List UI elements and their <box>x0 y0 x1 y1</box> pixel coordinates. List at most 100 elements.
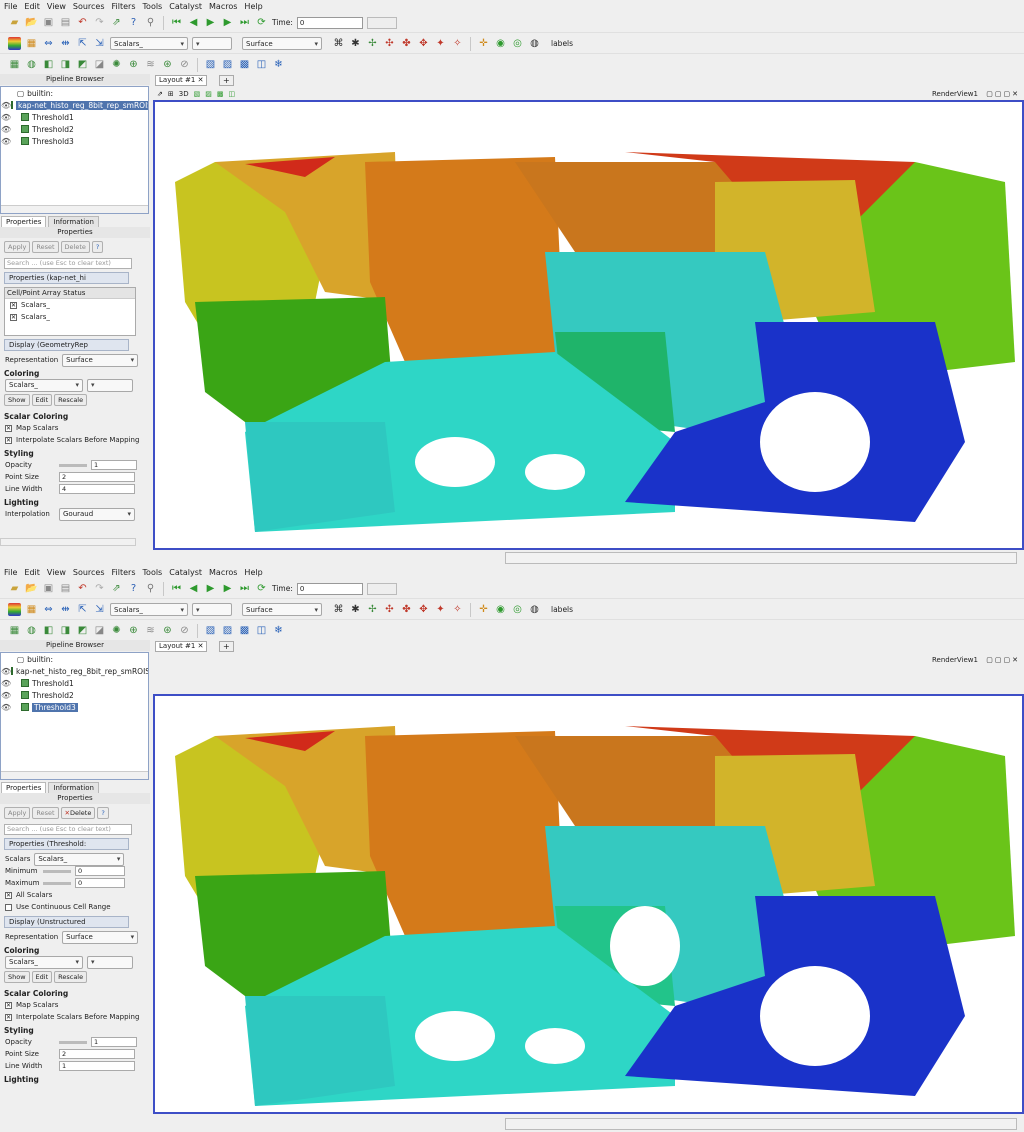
camera-yminus-icon[interactable]: ✤ <box>400 603 413 616</box>
view-tool-icon[interactable]: ⊞ <box>168 90 174 98</box>
pipeline-row-threshold1[interactable]: 👁 Threshold1 <box>1 111 148 123</box>
menu-edit[interactable]: Edit <box>24 2 40 11</box>
menu-sources[interactable]: Sources <box>73 568 105 577</box>
eye-icon[interactable]: 👁 <box>1 101 11 110</box>
tab-properties[interactable]: Properties <box>1 216 47 227</box>
rescale-icon[interactable]: ⇔ <box>42 603 55 616</box>
color-legend-icon[interactable] <box>8 603 21 616</box>
interpolate-checkbox[interactable]: ✕ <box>5 1013 12 1021</box>
menu-edit[interactable]: Edit <box>24 568 40 577</box>
reset-camera-icon[interactable]: ⌘ <box>332 37 345 50</box>
camera-zplus-icon[interactable]: ✥ <box>417 37 430 50</box>
select-points-icon[interactable]: ▨ <box>221 59 234 72</box>
display-section-toggle[interactable]: Display (GeometryRep <box>4 339 129 351</box>
load-state-icon[interactable]: ▤ <box>59 582 72 595</box>
first-frame-icon[interactable]: ⏮ <box>170 16 183 29</box>
time-step-spinner[interactable] <box>366 582 397 595</box>
line-width-input[interactable]: 1 <box>59 1061 135 1071</box>
select-cells-icon[interactable]: ▧ <box>204 59 217 72</box>
bottom-scrollbar[interactable] <box>505 552 1017 564</box>
clip-icon[interactable]: ◧ <box>42 625 55 638</box>
reset-button[interactable]: Reset <box>32 241 59 253</box>
undo-icon[interactable]: ↶ <box>76 16 89 29</box>
rescale-button[interactable]: Rescale <box>54 971 88 983</box>
properties-search[interactable]: Search ... (use Esc to clear text) <box>4 824 132 835</box>
menu-tools[interactable]: Tools <box>143 2 163 11</box>
minimum-input[interactable]: 0 <box>75 866 125 876</box>
next-frame-icon[interactable]: ▶ <box>221 582 234 595</box>
redo-icon[interactable]: ↷ <box>93 16 106 29</box>
menu-macros[interactable]: Macros <box>209 568 237 577</box>
point-size-input[interactable]: 2 <box>59 472 135 482</box>
undo-icon[interactable]: ↶ <box>76 582 89 595</box>
zoom-to-box-icon[interactable]: ◍ <box>528 603 541 616</box>
menu-file[interactable]: File <box>4 568 17 577</box>
help-button[interactable]: ? <box>97 807 109 819</box>
load-state-icon[interactable]: ▤ <box>59 16 72 29</box>
array-checkbox[interactable]: ✕ <box>10 301 17 309</box>
help-button[interactable]: ? <box>91 241 104 253</box>
reset-camera-icon[interactable]: ⌘ <box>332 603 345 616</box>
array-row[interactable]: ✕ Scalars_ <box>5 311 135 323</box>
menu-file[interactable]: File <box>4 2 17 11</box>
threshold-icon[interactable]: ◩ <box>76 625 89 638</box>
pipeline-scrollbar[interactable] <box>1 771 148 779</box>
bottom-scrollbar[interactable] <box>505 1118 1017 1130</box>
maximum-input[interactable]: 0 <box>75 878 125 888</box>
opacity-input[interactable]: 1 <box>91 1037 137 1047</box>
pipeline-row-source[interactable]: 👁 kap-net_histo_reg_8bit_rep_smROIS <box>1 665 148 677</box>
coloring-select[interactable]: Scalars_ <box>5 955 83 969</box>
loop-icon[interactable]: ⟳ <box>255 582 268 595</box>
show-button[interactable]: Show <box>4 971 30 983</box>
camera-xminus-icon[interactable]: ✢ <box>366 603 379 616</box>
maximum-slider[interactable] <box>43 881 71 885</box>
prev-frame-icon[interactable]: ◀ <box>187 16 200 29</box>
representation-select[interactable]: Surface <box>62 930 139 944</box>
time-input[interactable]: 0 <box>296 582 363 595</box>
last-frame-icon[interactable]: ⏭ <box>238 582 251 595</box>
camera-zminus-icon[interactable]: ✦ <box>434 37 447 50</box>
extract-level-icon[interactable]: ⊘ <box>178 59 191 72</box>
render-view[interactable] <box>153 100 1024 550</box>
select-frustum-icon[interactable]: ▩ <box>238 625 251 638</box>
glyph-icon[interactable]: ✺ <box>110 59 123 72</box>
warp-icon[interactable]: ≋ <box>144 59 157 72</box>
rescale-time-icon[interactable]: ⇲ <box>93 37 106 50</box>
connect-icon[interactable]: ⇗ <box>110 16 123 29</box>
open-icon[interactable]: ▰ <box>8 16 21 29</box>
opacity-slider[interactable] <box>59 463 87 467</box>
camera-xplus-icon[interactable]: ✱ <box>349 603 362 616</box>
pipeline-scrollbar[interactable] <box>1 205 148 213</box>
filter-icon[interactable]: ⚲ <box>144 582 157 595</box>
rescale-visible-icon[interactable]: ⇱ <box>76 603 89 616</box>
calculator-icon[interactable]: ▦ <box>8 625 21 638</box>
rescale-time-icon[interactable]: ⇲ <box>93 603 106 616</box>
eye-icon[interactable]: 👁 <box>1 125 11 134</box>
view-tool-icon[interactable]: ⇗ <box>157 90 163 98</box>
rotate-90-icon[interactable]: ✧ <box>451 37 464 50</box>
map-scalars-checkbox[interactable]: ✕ <box>5 1001 12 1009</box>
add-layout-button[interactable]: + <box>219 641 234 652</box>
line-width-input[interactable]: 4 <box>59 484 135 494</box>
apply-button[interactable]: Apply <box>4 807 31 819</box>
show-center-icon[interactable]: ◎ <box>511 37 524 50</box>
scalars-combo[interactable]: Scalars_ <box>110 37 188 50</box>
extract-subset-icon[interactable]: ◪ <box>93 625 106 638</box>
menu-filters[interactable]: Filters <box>112 2 136 11</box>
select-frustum-icon[interactable]: ▩ <box>238 59 251 72</box>
rescale-button[interactable]: Rescale <box>54 394 88 406</box>
loop-icon[interactable]: ⟳ <box>255 16 268 29</box>
play-icon[interactable]: ▶ <box>204 16 217 29</box>
eye-icon[interactable]: 👁 <box>1 667 11 676</box>
next-frame-icon[interactable]: ▶ <box>221 16 234 29</box>
help-icon[interactable]: ? <box>127 582 140 595</box>
view-tool-icon[interactable]: ▨ <box>205 90 212 98</box>
group-icon[interactable]: ⊛ <box>161 625 174 638</box>
open-folder-icon[interactable]: 📂 <box>25 582 38 595</box>
rotate-90-icon[interactable]: ✧ <box>451 603 464 616</box>
rescale-visible-icon[interactable]: ⇱ <box>76 37 89 50</box>
warp-icon[interactable]: ≋ <box>144 625 157 638</box>
scalars-select[interactable]: Scalars_ <box>34 852 125 866</box>
select-cells-icon[interactable]: ▧ <box>204 625 217 638</box>
calculator-icon[interactable]: ▦ <box>8 59 21 72</box>
